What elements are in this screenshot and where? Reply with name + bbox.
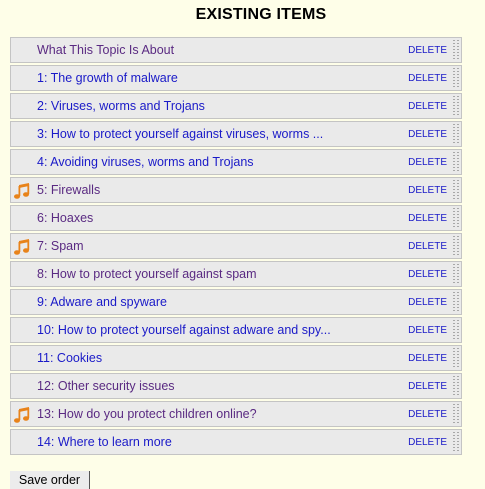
- list-item[interactable]: 10: How to protect yourself against adwa…: [10, 317, 462, 343]
- drag-handle-icon[interactable]: [453, 124, 459, 144]
- drag-handle-icon[interactable]: [453, 292, 459, 312]
- delete-link[interactable]: DELETE: [408, 353, 447, 364]
- list-item[interactable]: 14: Where to learn more DELETE: [10, 429, 462, 455]
- drag-handle-icon[interactable]: [453, 348, 459, 368]
- drag-handle-icon[interactable]: [453, 376, 459, 396]
- item-title-link[interactable]: 11: Cookies: [37, 351, 102, 365]
- drag-handle-icon[interactable]: [453, 180, 459, 200]
- item-title-link[interactable]: 10: How to protect yourself against adwa…: [37, 323, 331, 337]
- item-title-link[interactable]: 6: Hoaxes: [37, 211, 93, 225]
- list-item[interactable]: 9: Adware and spyware DELETE: [10, 289, 462, 315]
- drag-handle-icon[interactable]: [453, 40, 459, 60]
- item-title-link[interactable]: 4: Avoiding viruses, worms and Trojans: [37, 155, 254, 169]
- drag-handle-icon[interactable]: [453, 264, 459, 284]
- delete-link[interactable]: DELETE: [408, 269, 447, 280]
- drag-handle-icon[interactable]: [453, 404, 459, 424]
- drag-handle-icon[interactable]: [453, 432, 459, 452]
- drag-handle-icon[interactable]: [453, 320, 459, 340]
- item-title-link[interactable]: 8: How to protect yourself against spam: [37, 267, 257, 281]
- drag-handle-icon[interactable]: [453, 208, 459, 228]
- list-item[interactable]: 4: Avoiding viruses, worms and Trojans DE…: [10, 149, 462, 175]
- item-title-link[interactable]: 7: Spam: [37, 239, 84, 253]
- delete-link[interactable]: DELETE: [408, 381, 447, 392]
- item-title-link[interactable]: 12: Other security issues: [37, 379, 175, 393]
- list-item[interactable]: 6: Hoaxes DELETE: [10, 205, 462, 231]
- list-item[interactable]: 8: How to protect yourself against spam D…: [10, 261, 462, 287]
- delete-link[interactable]: DELETE: [408, 129, 447, 140]
- list-item[interactable]: 13: How do you protect children online? D…: [10, 401, 462, 427]
- list-item[interactable]: 2: Viruses, worms and Trojans DELETE: [10, 93, 462, 119]
- delete-link[interactable]: DELETE: [408, 101, 447, 112]
- delete-link[interactable]: DELETE: [408, 157, 447, 168]
- item-title-link[interactable]: 14: Where to learn more: [37, 435, 172, 449]
- item-title-link[interactable]: 13: How do you protect children online?: [37, 407, 257, 421]
- drag-handle-icon[interactable]: [453, 236, 459, 256]
- delete-link[interactable]: DELETE: [408, 437, 447, 448]
- list-item[interactable]: 5: Firewalls DELETE: [10, 177, 462, 203]
- delete-link[interactable]: DELETE: [408, 297, 447, 308]
- delete-link[interactable]: DELETE: [408, 325, 447, 336]
- delete-link[interactable]: DELETE: [408, 185, 447, 196]
- item-title-link[interactable]: 3: How to protect yourself against virus…: [37, 127, 323, 141]
- delete-link[interactable]: DELETE: [408, 73, 447, 84]
- page-title: EXISTING ITEMS: [195, 6, 327, 23]
- item-list: What This Topic Is About DELETE 1: The gro…: [10, 37, 462, 457]
- item-title-link[interactable]: 9: Adware and spyware: [37, 295, 167, 309]
- list-item[interactable]: 3: How to protect yourself against virus…: [10, 121, 462, 147]
- item-title-link[interactable]: 2: Viruses, worms and Trojans: [37, 99, 205, 113]
- list-item[interactable]: 7: Spam DELETE: [10, 233, 462, 259]
- drag-handle-icon[interactable]: [453, 96, 459, 116]
- item-title-link[interactable]: 5: Firewalls: [37, 183, 100, 197]
- save-order-button[interactable]: Save order: [10, 471, 90, 489]
- item-title-link[interactable]: 1: The growth of malware: [37, 71, 178, 85]
- list-item[interactable]: 1: The growth of malware DELETE: [10, 65, 462, 91]
- drag-handle-icon[interactable]: [453, 152, 459, 172]
- list-item[interactable]: 12: Other security issues DELETE: [10, 373, 462, 399]
- delete-link[interactable]: DELETE: [408, 213, 447, 224]
- delete-link[interactable]: DELETE: [408, 241, 447, 252]
- delete-link[interactable]: DELETE: [408, 45, 447, 56]
- list-item[interactable]: What This Topic Is About DELETE: [10, 37, 462, 63]
- delete-link[interactable]: DELETE: [408, 409, 447, 420]
- list-item[interactable]: 11: Cookies DELETE: [10, 345, 462, 371]
- drag-handle-icon[interactable]: [453, 68, 459, 88]
- item-title-link[interactable]: What This Topic Is About: [37, 43, 174, 57]
